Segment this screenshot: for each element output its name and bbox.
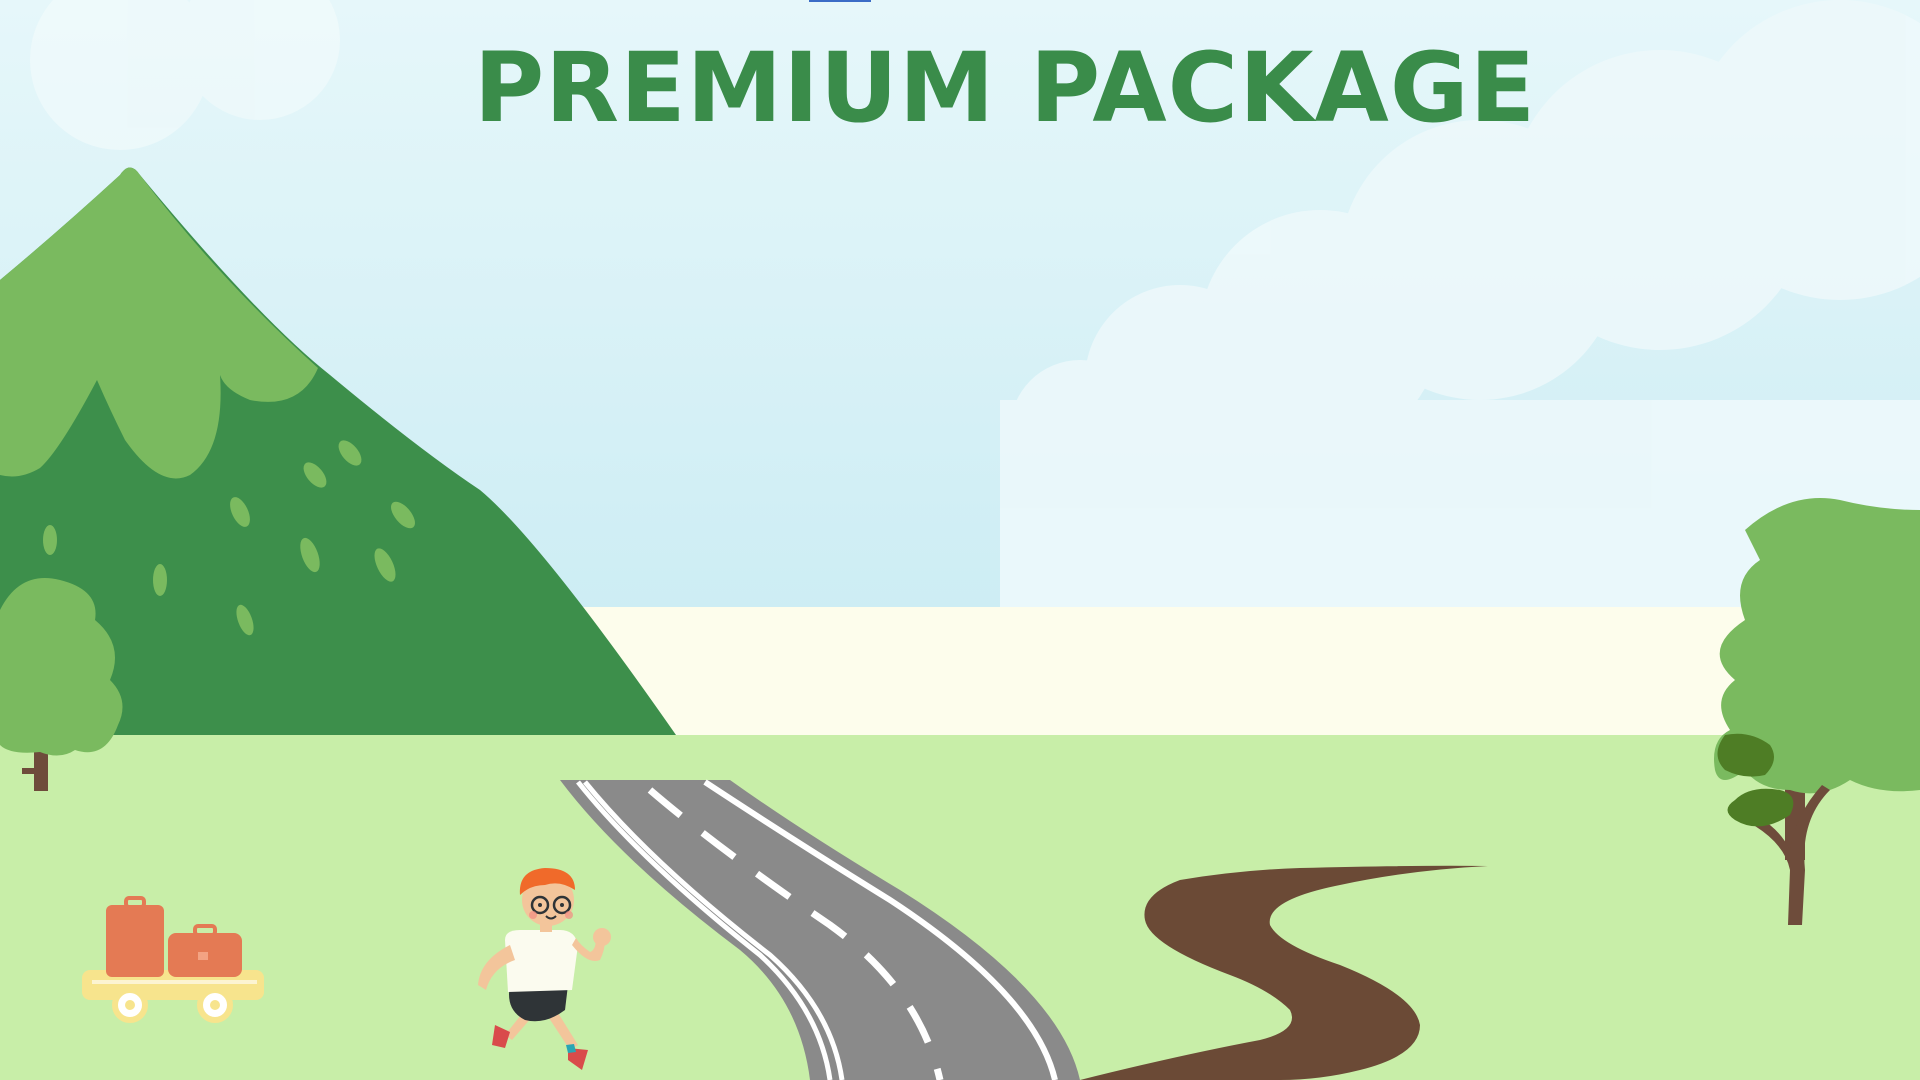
hero-scene: PREMIUM PACKAGE (0, 0, 1920, 1080)
page-title: PREMIUM PACKAGE (473, 32, 1537, 144)
top-accent-bar (809, 0, 871, 2)
landscape-illustration (0, 0, 1920, 1080)
